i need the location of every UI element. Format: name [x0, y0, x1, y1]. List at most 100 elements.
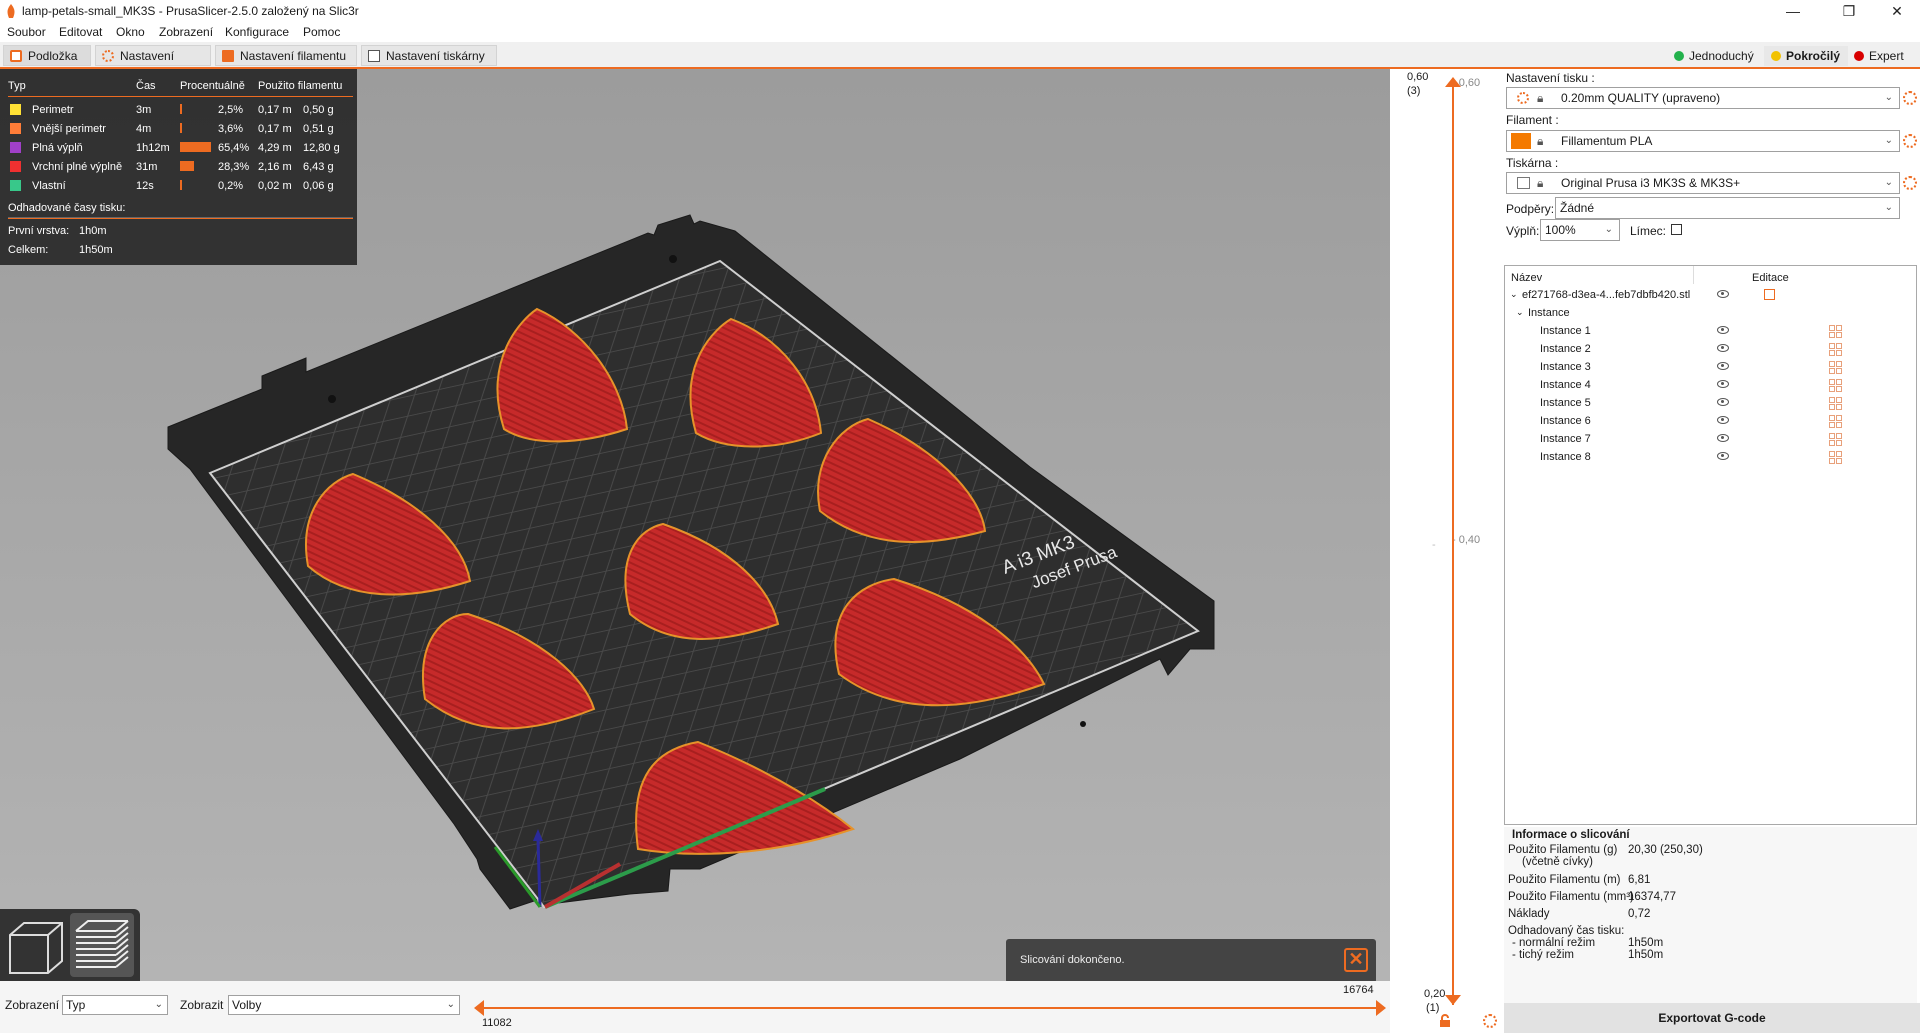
v-slider-top-layer: (3)	[1407, 85, 1421, 97]
slice-info-label: (včetně cívky)	[1522, 856, 1593, 868]
menu-configuration[interactable]: Konfigurace	[225, 25, 289, 39]
close-icon[interactable]: ✕	[1344, 948, 1368, 972]
print-settings-gear-icon[interactable]	[1903, 91, 1917, 105]
mode-advanced-label: Pokročilý	[1786, 49, 1841, 63]
legend-weight: 6,43 g	[303, 161, 334, 173]
instance-row[interactable]: Instance 1	[1505, 322, 1916, 340]
legend-weight: 0,50 g	[303, 104, 334, 116]
instance-row[interactable]: Instance 4	[1505, 376, 1916, 394]
instance-settings-icon[interactable]	[1829, 343, 1842, 356]
3d-view-cube-icon[interactable]	[6, 917, 66, 977]
instance-settings-icon[interactable]	[1829, 415, 1842, 428]
mode-expert-label: Expert	[1869, 49, 1904, 63]
menu-help[interactable]: Pomoc	[303, 25, 340, 39]
edit-object-icon[interactable]	[1764, 289, 1775, 300]
legend-estimate-title: Odhadované časy tisku:	[8, 202, 126, 214]
instance-row[interactable]: Instance 8	[1505, 448, 1916, 466]
print-settings-select[interactable]: 🔒︎ 0.20mm QUALITY (upraveno) ⌄	[1506, 87, 1900, 109]
chevron-down-icon[interactable]: ⌄	[1516, 307, 1524, 318]
chevron-down-icon: ⌄	[1884, 92, 1893, 103]
legend-row: Vlastní 12s 0,2% 0,02 m 0,06 g	[0, 177, 357, 196]
instance-settings-icon[interactable]	[1829, 379, 1842, 392]
object-list[interactable]: Název Editace ⌄ ef271768-d3ea-4...feb7db…	[1504, 265, 1917, 825]
mode-advanced[interactable]: Pokročilý	[1764, 46, 1849, 66]
view-type-label: Zobrazení	[5, 998, 60, 1012]
chevron-down-icon[interactable]: ⌄	[1510, 289, 1518, 300]
slice-info-label: - normální režim	[1512, 937, 1596, 949]
minimize-button[interactable]: —	[1770, 0, 1816, 22]
legend-weight: 12,80 g	[303, 142, 340, 154]
gear-icon[interactable]	[1483, 1014, 1497, 1028]
legend-percent: 3,6%	[218, 123, 244, 135]
maximize-button[interactable]: ❐	[1826, 0, 1872, 22]
tab-printer-settings[interactable]: Nastavení tiskárny	[361, 45, 497, 66]
instance-name: Instance 7	[1540, 433, 1591, 445]
menu-file[interactable]: Soubor	[7, 25, 46, 39]
first-layer-value: 1h0m	[79, 225, 107, 237]
h-slider-right-thumb-icon[interactable]	[1376, 1000, 1386, 1016]
printer-gear-icon[interactable]	[1903, 176, 1917, 190]
instance-row[interactable]: Instance 5	[1505, 394, 1916, 412]
horizontal-move-slider[interactable]	[482, 1007, 1382, 1009]
eye-icon[interactable]	[1717, 362, 1729, 370]
instance-row[interactable]: Instance 2	[1505, 340, 1916, 358]
instance-settings-icon[interactable]	[1829, 397, 1842, 410]
menu-edit[interactable]: Editovat	[59, 25, 102, 39]
instance-row[interactable]: Instance 3	[1505, 358, 1916, 376]
legend-header-percent: Procentuálně	[180, 80, 245, 92]
close-window-button[interactable]: ✕	[1874, 0, 1920, 22]
instance-settings-icon[interactable]	[1829, 451, 1842, 464]
legend-percent-bar	[180, 161, 194, 171]
h-slider-left-thumb-icon[interactable]	[474, 1000, 484, 1016]
filament-color-swatch[interactable]	[1511, 133, 1531, 149]
instance-settings-icon[interactable]	[1829, 361, 1842, 374]
preview-layers-button[interactable]	[70, 913, 134, 977]
tab-filament-settings[interactable]: Nastavení filamentu	[215, 45, 357, 66]
menu-window[interactable]: Okno	[116, 25, 145, 39]
menu-bar: Soubor Editovat Okno Zobrazení Konfigura…	[0, 22, 1920, 42]
mode-simple[interactable]: Jednoduchý	[1667, 46, 1762, 66]
legend-time: 31m	[136, 161, 158, 173]
eye-icon[interactable]	[1717, 290, 1729, 298]
filament-select[interactable]: 🔒︎ Fillamentum PLA ⌄	[1506, 130, 1900, 152]
infill-select[interactable]: 100% ⌄	[1540, 219, 1620, 241]
brim-checkbox[interactable]	[1671, 224, 1682, 235]
chevron-down-icon: ⌄	[1884, 135, 1893, 146]
eye-icon[interactable]	[1717, 398, 1729, 406]
tab-plater[interactable]: Podložka	[3, 45, 91, 66]
instance-group-row[interactable]: ⌄ Instance	[1505, 304, 1916, 322]
legend-length: 4,29 m	[258, 142, 292, 154]
vertical-layer-slider[interactable]	[1452, 85, 1454, 1005]
slice-info-panel: Informace o slicování Použito Filamentu …	[1504, 827, 1917, 1003]
view-type-select[interactable]: Typ ⌄	[62, 995, 168, 1015]
3d-preview-canvas[interactable]: A i3 MK3 Josef Prusa Typ Čas Procentuáln…	[0, 69, 1390, 981]
instance-settings-icon[interactable]	[1829, 325, 1842, 338]
filament-label: Filament :	[1506, 113, 1559, 127]
eye-icon[interactable]	[1717, 380, 1729, 388]
instance-settings-icon[interactable]	[1829, 433, 1842, 446]
eye-icon[interactable]	[1717, 326, 1729, 334]
eye-icon[interactable]	[1717, 434, 1729, 442]
legend-divider	[8, 96, 353, 97]
instance-row[interactable]: Instance 6	[1505, 412, 1916, 430]
show-options-select[interactable]: Volby ⌄	[228, 995, 460, 1015]
chevron-down-icon: ⌄	[1604, 224, 1613, 235]
lock-icon[interactable]	[1438, 1014, 1452, 1028]
mode-expert[interactable]: Expert	[1847, 46, 1912, 66]
eye-icon[interactable]	[1717, 344, 1729, 352]
eye-icon[interactable]	[1717, 416, 1729, 424]
v-slider-tick-mid: - 0,40	[1452, 534, 1481, 546]
menu-view[interactable]: Zobrazení	[159, 25, 213, 39]
instance-row[interactable]: Instance 7	[1505, 430, 1916, 448]
eye-icon[interactable]	[1717, 452, 1729, 460]
v-slider-bottom-thumb-icon[interactable]	[1445, 995, 1461, 1005]
view-mode-toolbar	[0, 909, 140, 981]
filament-gear-icon[interactable]	[1903, 134, 1917, 148]
legend-percent-bar	[180, 180, 182, 190]
export-gcode-button[interactable]: Exportovat G-code	[1504, 1003, 1920, 1033]
legend-header-filament: Použito filamentu	[258, 80, 343, 92]
printer-select[interactable]: 🔒︎ Original Prusa i3 MK3S & MK3S+ ⌄	[1506, 172, 1900, 194]
object-row[interactable]: ⌄ ef271768-d3ea-4...feb7dbfb420.stl	[1505, 286, 1916, 304]
tab-print-settings[interactable]: Nastavení tisku	[95, 45, 211, 84]
supports-select[interactable]: Žádné ⌄	[1555, 197, 1900, 219]
